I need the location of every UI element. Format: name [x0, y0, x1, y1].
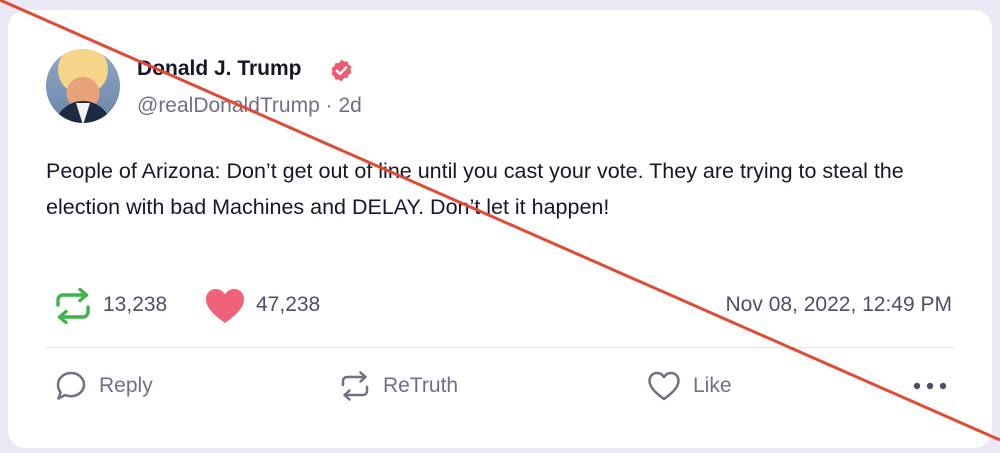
speech-bubble-icon [56, 371, 86, 400]
reply-button[interactable]: Reply [55, 368, 153, 404]
avatar[interactable] [46, 49, 120, 123]
post-text: People of Arizona: Don’t get out of line… [46, 159, 904, 219]
retruth-icon [341, 371, 369, 401]
post-timestamp[interactable]: Nov 08, 2022, 12:49 PM [726, 293, 952, 317]
like-button[interactable]: Like [647, 368, 732, 404]
author-name[interactable]: Donald J. Trump [137, 57, 302, 81]
author-handle: @realDonaldTrump · 2d [137, 94, 362, 117]
verified-badge-icon [331, 59, 352, 82]
more-dots-icon[interactable] [912, 378, 948, 394]
heart-icon[interactable] [204, 287, 246, 325]
reply-label: Reply [99, 374, 153, 397]
retruth-button[interactable]: ReTruth [339, 368, 458, 404]
like-label: Like [693, 374, 732, 397]
divider [46, 347, 954, 348]
retruth-label: ReTruth [383, 374, 459, 397]
like-count: 47,238 [256, 293, 321, 316]
retruth-icon[interactable] [52, 288, 94, 324]
heart-outline-icon [648, 371, 680, 401]
retruth-count: 13,238 [103, 293, 168, 316]
